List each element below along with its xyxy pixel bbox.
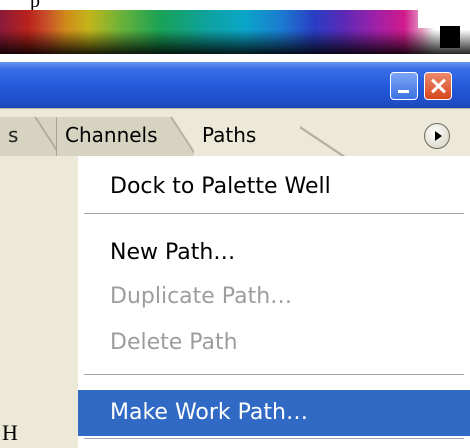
menu-item-label: Make Work Path… [110, 400, 308, 425]
paths-panel-body: H [0, 156, 79, 448]
menu-item-label: Dock to Palette Well [110, 174, 331, 199]
menu-separator [84, 213, 464, 215]
tab-channels-label: Channels [65, 123, 158, 147]
menu-item-duplicate-path[interactable]: Duplicate Path… [78, 274, 470, 320]
palette-menu-arrow-icon[interactable] [424, 123, 450, 149]
minimize-button[interactable] [390, 72, 418, 100]
color-ramp[interactable] [0, 10, 470, 54]
palette-tab-row: s Channels Paths [0, 108, 470, 157]
ramp-black-swatch[interactable] [440, 26, 460, 48]
palette-titlebar[interactable] [0, 62, 470, 108]
menu-item-label: Delete Path [110, 330, 238, 355]
menu-item-make-work-path[interactable]: Make Work Path… [78, 390, 470, 436]
menu-item-delete-path[interactable]: Delete Path [78, 320, 470, 366]
color-ramp-area: p [0, 0, 470, 60]
body-text-fragment: H [2, 420, 18, 445]
menu-separator [84, 438, 464, 440]
tab-divider [300, 117, 360, 157]
close-button[interactable] [424, 72, 452, 100]
menu-item-new-path[interactable]: New Path… [78, 230, 470, 276]
ramp-white-swatch[interactable] [418, 6, 440, 28]
tab-layers-label: s [8, 123, 19, 147]
menu-item-dock-to-palette-well[interactable]: Dock to Palette Well [78, 164, 470, 210]
tab-paths[interactable]: Paths [194, 117, 304, 157]
tab-paths-label: Paths [202, 123, 257, 147]
menu-item-label: New Path… [110, 240, 236, 265]
paths-palette-menu: Dock to Palette Well New Path… Duplicate… [78, 156, 470, 448]
menu-separator [84, 374, 464, 376]
tab-divider [170, 117, 196, 157]
menu-item-label: Duplicate Path… [110, 284, 293, 309]
